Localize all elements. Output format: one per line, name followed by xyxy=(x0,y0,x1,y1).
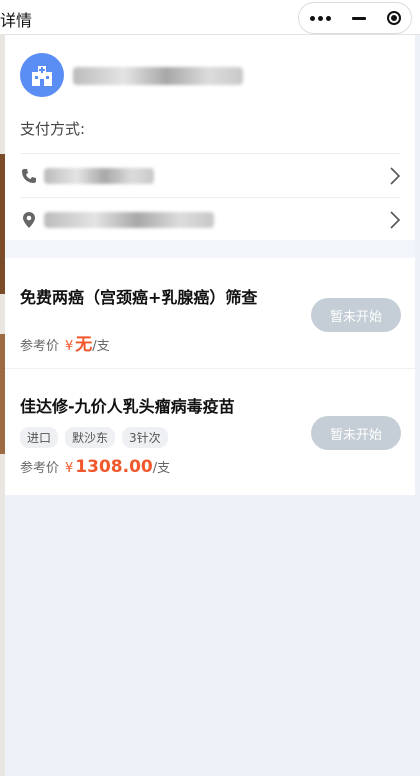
price-line: 参考价 ¥ 无 /支 xyxy=(20,330,110,355)
tag-list: 进口 默沙东 3针次 xyxy=(20,427,168,448)
hospital-header: 支付方式: xyxy=(5,35,415,240)
mini-program-capsule xyxy=(298,2,412,34)
currency-symbol: ¥ xyxy=(65,339,74,354)
service-name: 免费两癌（宫颈癌+乳腺癌）筛查 xyxy=(20,288,258,307)
service-item: 免费两癌（宫颈癌+乳腺癌）筛查 参考价 ¥ 无 /支 暂未开始 xyxy=(5,258,415,369)
price-label: 参考价 xyxy=(20,339,60,354)
chevron-right-icon xyxy=(390,211,401,233)
price-line: 参考价 ¥ 1308.00 /支 xyxy=(20,457,170,477)
price-label: 参考价 xyxy=(20,461,60,476)
not-started-button[interactable]: 暂未开始 xyxy=(311,416,401,450)
record-icon[interactable] xyxy=(386,11,401,25)
phone-row[interactable] xyxy=(20,153,401,198)
phone-number-redacted xyxy=(44,168,154,184)
hospital-icon xyxy=(20,53,64,97)
location-icon xyxy=(20,211,38,229)
price-unit: /支 xyxy=(152,461,171,476)
navigation-bar: 详情 xyxy=(0,0,420,35)
not-started-button[interactable]: 暂未开始 xyxy=(311,298,401,332)
hospital-name-redacted xyxy=(73,67,243,85)
minimize-icon[interactable] xyxy=(351,16,366,20)
more-icon[interactable] xyxy=(309,15,331,21)
tag: 进口 xyxy=(20,427,59,448)
service-item: 佳达修-九价人乳头瘤病毒疫苗 进口 默沙东 3针次 参考价 ¥ 1308.00 … xyxy=(5,369,415,495)
tag: 3针次 xyxy=(122,427,168,448)
address-redacted xyxy=(44,212,214,228)
chevron-right-icon xyxy=(390,167,401,189)
price-unit: /支 xyxy=(92,339,110,354)
price-value: 无 xyxy=(75,335,93,355)
phone-icon xyxy=(20,167,38,185)
page-title: 详情 xyxy=(0,11,33,30)
section-divider xyxy=(5,240,415,258)
service-name: 佳达修-九价人乳头瘤病毒疫苗 xyxy=(20,397,235,416)
address-row[interactable] xyxy=(20,197,401,242)
tag: 默沙东 xyxy=(65,427,116,448)
price-value: 1308.00 xyxy=(75,457,153,477)
payment-method-label: 支付方式: xyxy=(20,120,86,138)
detail-panel: 支付方式: 免费两癌（宫颈癌+乳腺癌）筛查 参考价 ¥ 无 /支 暂未开始 佳达… xyxy=(5,35,415,495)
currency-symbol: ¥ xyxy=(65,461,74,476)
